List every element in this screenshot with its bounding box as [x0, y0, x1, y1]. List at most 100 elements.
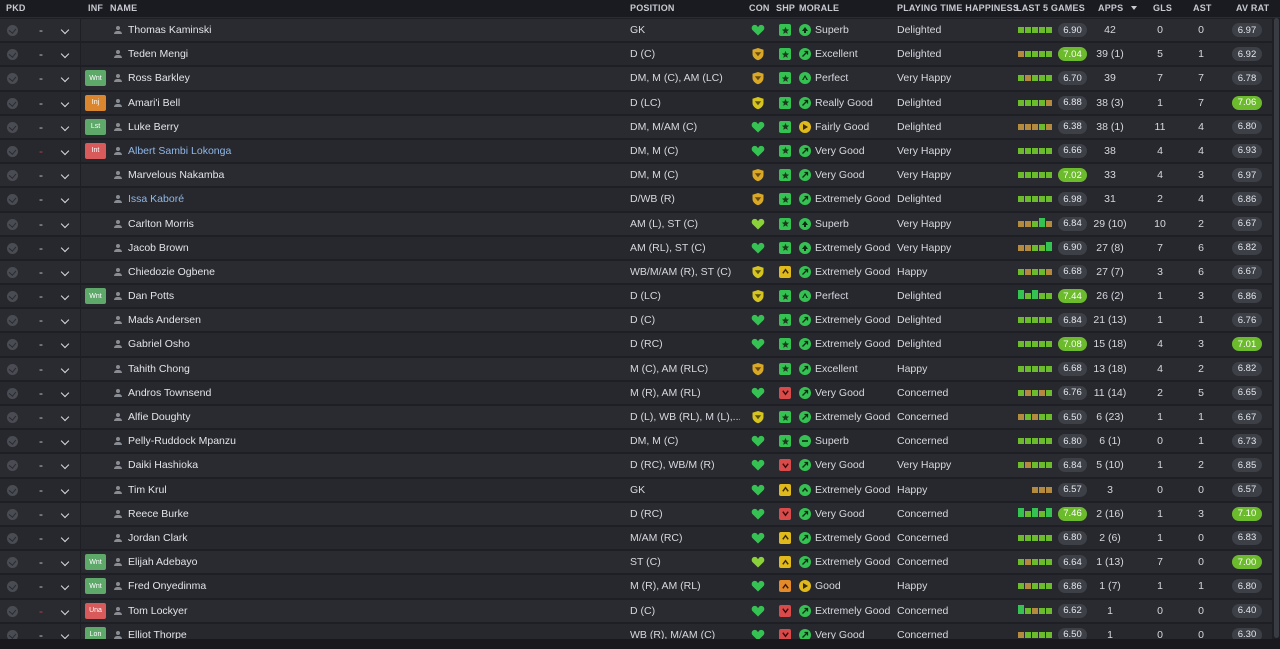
- player-name[interactable]: Thomas Kaminski: [128, 18, 618, 42]
- pick-checkbox-icon[interactable]: [7, 363, 18, 375]
- table-row[interactable]: - Wnt Dan Potts D (LC) Perfect Delighted 7.44 2…: [0, 284, 1280, 309]
- player-name[interactable]: Issa Kaboré: [128, 187, 618, 211]
- player-name[interactable]: Luke Berry: [128, 115, 618, 139]
- info-badge[interactable]: Wnt: [85, 554, 106, 571]
- pick-checkbox-icon[interactable]: [7, 412, 18, 423]
- form-bar: [1039, 559, 1045, 566]
- pick-checkbox-icon[interactable]: [7, 291, 18, 303]
- player-name[interactable]: Pelly-Ruddock Mpanzu: [128, 429, 618, 453]
- table-row[interactable]: - Reece Burke D (RC) Very Good Concerned 7.46…: [0, 501, 1280, 526]
- table-row[interactable]: - Daiki Hashioka D (RC), WB/M (R) Very Good…: [0, 453, 1280, 478]
- header-apps[interactable]: APPS: [1098, 3, 1123, 13]
- player-name[interactable]: Dan Potts: [128, 284, 618, 308]
- player-name[interactable]: Andros Townsend: [128, 381, 618, 405]
- header-playing-time[interactable]: PLAYING TIME HAPPINESS: [897, 3, 1019, 13]
- pick-checkbox-icon[interactable]: [7, 242, 18, 254]
- player-name[interactable]: Tom Lockyer: [128, 599, 618, 623]
- table-row[interactable]: - Wnt Ross Barkley DM, M (C), AM (LC) Perfec…: [0, 66, 1280, 91]
- table-row[interactable]: - Tim Krul GK Extremely Good Happy 6.57 3 0 0 6.5…: [0, 477, 1280, 502]
- player-name[interactable]: Fred Onyedinma: [128, 574, 618, 598]
- pick-checkbox-icon[interactable]: [7, 97, 18, 109]
- pick-checkbox-icon[interactable]: [7, 484, 18, 496]
- player-morale: Very Good: [815, 169, 865, 182]
- scrollbar-thumb[interactable]: [1274, 18, 1279, 638]
- player-name[interactable]: Elijah Adebayo: [128, 550, 618, 574]
- sort-descending-icon[interactable]: [1131, 6, 1137, 10]
- player-name[interactable]: Mads Andersen: [128, 308, 618, 332]
- player-name[interactable]: Amari'i Bell: [128, 91, 618, 115]
- info-badge[interactable]: Wnt: [85, 70, 106, 87]
- table-row[interactable]: - Gabriel Osho D (RC) Extremely Good Delight…: [0, 332, 1280, 357]
- info-badge[interactable]: Una: [85, 602, 106, 619]
- table-row[interactable]: - Carlton Morris AM (L), ST (C) Superb Very …: [0, 211, 1280, 236]
- player-name[interactable]: Alfie Doughty: [128, 405, 618, 429]
- table-row[interactable]: - Jacob Brown AM (RL), ST (C) Extremely Goo…: [0, 235, 1280, 260]
- form-bar: [1039, 196, 1045, 203]
- pick-checkbox-icon[interactable]: [7, 218, 18, 230]
- pick-checkbox-icon[interactable]: [7, 145, 18, 157]
- table-row[interactable]: - Lst Luke Berry DM, M/AM (C) Fairly Good Del…: [0, 114, 1280, 139]
- table-row[interactable]: - Wnt Fred Onyedinma M (R), AM (RL) Good Happ…: [0, 574, 1280, 599]
- player-name[interactable]: Daiki Hashioka: [128, 453, 618, 477]
- morale-superb-icon: [799, 217, 811, 230]
- player-name[interactable]: Tahith Chong: [128, 357, 618, 381]
- scrollbar[interactable]: [1273, 18, 1280, 649]
- header-last5[interactable]: LAST 5 GAMES: [1016, 3, 1085, 13]
- player-name[interactable]: Chiedozie Ogbene: [128, 260, 618, 284]
- average-rating: 6.80: [1232, 579, 1262, 594]
- player-name[interactable]: Marvelous Nakamba: [128, 163, 618, 187]
- info-badge[interactable]: Wnt: [85, 578, 106, 595]
- table-row[interactable]: - Jordan Clark M/AM (RC) Extremely Good Conc…: [0, 525, 1280, 550]
- player-assists: 3: [1198, 338, 1204, 351]
- player-name[interactable]: Teden Mengi: [128, 42, 618, 66]
- info-badge[interactable]: Lst: [85, 118, 106, 135]
- table-row[interactable]: - Chiedozie Ogbene WB/M/AM (R), ST (C) Extr…: [0, 259, 1280, 284]
- player-name[interactable]: Albert Sambi Lokonga: [128, 139, 618, 163]
- table-row[interactable]: - Marvelous Nakamba DM, M (C) Very Good Very…: [0, 163, 1280, 188]
- header-name[interactable]: NAME: [110, 3, 137, 13]
- header-shp[interactable]: SHP: [776, 3, 795, 13]
- table-row[interactable]: - Teden Mengi D (C) Excellent Delighted 7.04 3…: [0, 42, 1280, 67]
- header-avrat[interactable]: AV RAT: [1236, 3, 1269, 13]
- table-row[interactable]: - Thomas Kaminski GK Superb Delighted 6.90 42 0…: [0, 18, 1280, 42]
- player-name[interactable]: Reece Burke: [128, 502, 618, 526]
- player-name[interactable]: Jacob Brown: [128, 236, 618, 260]
- table-row[interactable]: - Issa Kaboré D/WB (R) Extremely Good Deligh…: [0, 187, 1280, 212]
- pick-checkbox-icon[interactable]: [7, 121, 18, 133]
- header-position[interactable]: POSITION: [630, 3, 675, 13]
- player-name[interactable]: Gabriel Osho: [128, 332, 618, 356]
- table-row[interactable]: - Una Tom Lockyer D (C) Extremely Good Concer…: [0, 598, 1280, 623]
- pick-checkbox-icon[interactable]: [7, 266, 18, 278]
- pick-checkbox-icon[interactable]: [7, 25, 18, 36]
- header-morale[interactable]: MORALE: [799, 3, 839, 13]
- header-gls[interactable]: GLS: [1153, 3, 1172, 13]
- condition-shield-icon: [751, 47, 765, 61]
- table-row[interactable]: - Int Albert Sambi Lokonga DM, M (C) Very Go…: [0, 138, 1280, 163]
- header-ast[interactable]: AST: [1193, 3, 1212, 13]
- pkd-value: -: [39, 313, 43, 328]
- player-assists: 0: [1198, 556, 1204, 569]
- info-badge[interactable]: Int: [85, 142, 106, 159]
- player-name[interactable]: Carlton Morris: [128, 212, 618, 236]
- player-name[interactable]: Jordan Clark: [128, 526, 618, 550]
- table-row[interactable]: - Alfie Doughty D (L), WB (RL), M (L),... E…: [0, 405, 1280, 429]
- average-rating: 6.65: [1232, 385, 1262, 400]
- table-row[interactable]: - Inj Amari'i Bell D (LC) Really Good Delight…: [0, 90, 1280, 115]
- table-row[interactable]: - Pelly-Ruddock Mpanzu DM, M (C) Superb Conc…: [0, 429, 1280, 454]
- header-pkd[interactable]: PKD: [6, 3, 26, 13]
- player-name[interactable]: Tim Krul: [128, 478, 618, 502]
- pick-checkbox-icon[interactable]: [7, 508, 18, 520]
- table-row[interactable]: - Mads Andersen D (C) Extremely Good Delight…: [0, 308, 1280, 333]
- info-badge[interactable]: Inj: [85, 94, 106, 111]
- pick-checkbox-icon[interactable]: [7, 605, 18, 617]
- pick-checkbox-icon[interactable]: [7, 387, 18, 399]
- player-name[interactable]: Ross Barkley: [128, 66, 618, 90]
- header-inf[interactable]: INF: [88, 3, 103, 13]
- table-row[interactable]: - Andros Townsend M (R), AM (RL) Very Good C…: [0, 380, 1280, 405]
- table-row[interactable]: - Wnt Elijah Adebayo ST (C) Extremely Good Co…: [0, 550, 1280, 575]
- pkd-value: -: [39, 579, 43, 594]
- header-con[interactable]: CON: [749, 3, 770, 13]
- table-row[interactable]: - Tahith Chong M (C), AM (RLC) Excellent Hap…: [0, 356, 1280, 381]
- info-badge[interactable]: Wnt: [85, 288, 106, 305]
- pick-checkbox-icon[interactable]: [7, 532, 18, 544]
